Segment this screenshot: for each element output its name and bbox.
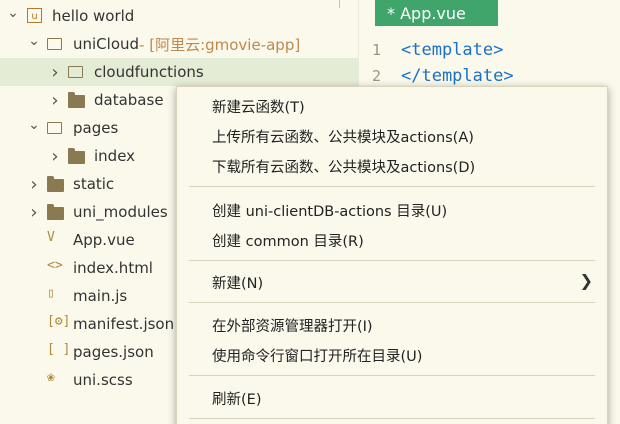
json-file-icon: [ ] bbox=[47, 342, 71, 357]
tree-item-label: cloudfunctions bbox=[94, 63, 204, 81]
context-menu: 新建云函数(T) 上传所有云函数、公共模块及actions(A) 下载所有云函数… bbox=[176, 86, 608, 424]
tree-item-label: uni.scss bbox=[73, 371, 133, 389]
cloud-provider-label: - [阿里云:gmovie-app] bbox=[139, 35, 301, 54]
tree-item-label: index bbox=[94, 147, 136, 165]
tree-item-label: pages bbox=[73, 119, 119, 137]
code-line[interactable]: 1 <template> bbox=[359, 37, 503, 63]
folder-icon bbox=[68, 148, 86, 164]
chevron-right-icon[interactable]: › bbox=[48, 146, 62, 167]
menu-separator bbox=[189, 186, 595, 187]
chevron-right-icon: ❯ bbox=[579, 271, 593, 290]
chevron-right-icon[interactable]: › bbox=[27, 174, 41, 195]
menu-item-upload-all[interactable]: 上传所有云函数、公共模块及actions(A) bbox=[212, 124, 474, 148]
menu-item-refresh[interactable]: 刷新(E) bbox=[212, 386, 261, 410]
chevron-right-icon[interactable]: › bbox=[48, 62, 62, 83]
tree-item-label: uni_modules bbox=[73, 203, 168, 221]
tree-item-label: static bbox=[73, 175, 115, 193]
tree-item-label: hello world bbox=[52, 7, 135, 25]
tab-app-vue[interactable]: * App.vue bbox=[375, 0, 498, 26]
line-number: 2 bbox=[371, 67, 381, 85]
manifest-file-icon: [⚙] bbox=[47, 314, 71, 329]
tree-item-label: main.js bbox=[73, 287, 128, 305]
menu-item-new-cloud-function[interactable]: 新建云函数(T) bbox=[212, 94, 305, 118]
chevron-down-icon[interactable]: ⌄ bbox=[27, 117, 41, 133]
menu-item-new[interactable]: 新建(N) bbox=[212, 270, 263, 294]
html-file-icon: <> bbox=[47, 258, 63, 273]
menu-item-open-in-explorer[interactable]: 在外部资源管理器打开(I) bbox=[212, 313, 373, 337]
tree-item-label: database bbox=[94, 91, 164, 109]
tree-item-unicloud[interactable]: ⌄ uniCloud - [阿里云:gmovie-app] bbox=[0, 30, 358, 58]
tree-item-label: manifest.json bbox=[73, 315, 175, 333]
scss-file-icon: ❀ bbox=[47, 370, 55, 385]
tree-item-label: index.html bbox=[73, 259, 153, 277]
chevron-down-icon[interactable]: ⌄ bbox=[27, 33, 41, 49]
tab-label: * App.vue bbox=[387, 3, 466, 23]
menu-separator bbox=[189, 260, 595, 261]
menu-item-open-in-terminal[interactable]: 使用命令行窗口打开所在目录(U) bbox=[212, 343, 422, 367]
tree-item-label: uniCloud bbox=[73, 35, 140, 53]
folder-open-icon bbox=[47, 120, 65, 136]
menu-separator bbox=[189, 418, 595, 419]
tree-item-cloudfunctions[interactable]: › cloudfunctions bbox=[0, 58, 358, 86]
project-icon: u bbox=[26, 8, 44, 24]
code-text: </template> bbox=[401, 66, 514, 86]
chevron-down-icon[interactable]: ⌄ bbox=[6, 5, 20, 21]
divider bbox=[339, 0, 340, 8]
folder-icon bbox=[47, 176, 65, 192]
js-file-icon: ▯ bbox=[47, 286, 55, 301]
menu-item-download-all[interactable]: 下载所有云函数、公共模块及actions(D) bbox=[212, 154, 475, 178]
menu-separator bbox=[189, 375, 595, 376]
folder-open-icon bbox=[68, 64, 86, 80]
menu-item-create-common[interactable]: 创建 common 目录(R) bbox=[212, 228, 364, 252]
code-text: <template> bbox=[401, 40, 504, 60]
menu-separator bbox=[189, 302, 595, 303]
tree-item-label: App.vue bbox=[73, 231, 135, 249]
tree-item-hello-world[interactable]: ⌄ u hello world bbox=[0, 2, 358, 30]
chevron-right-icon[interactable]: › bbox=[48, 90, 62, 111]
folder-open-icon bbox=[47, 36, 65, 52]
app-window: ⌄ u hello world ⌄ uniCloud - [阿里云:gmovie-app… bbox=[0, 0, 620, 424]
menu-item-create-clientdb-actions[interactable]: 创建 uni-clientDB-actions 目录(U) bbox=[212, 198, 447, 222]
folder-icon bbox=[47, 204, 65, 220]
line-number: 1 bbox=[371, 41, 381, 59]
vue-file-icon: V bbox=[47, 230, 55, 245]
tree-item-label: pages.json bbox=[73, 343, 154, 361]
folder-icon bbox=[68, 92, 86, 108]
chevron-right-icon[interactable]: › bbox=[27, 202, 41, 223]
